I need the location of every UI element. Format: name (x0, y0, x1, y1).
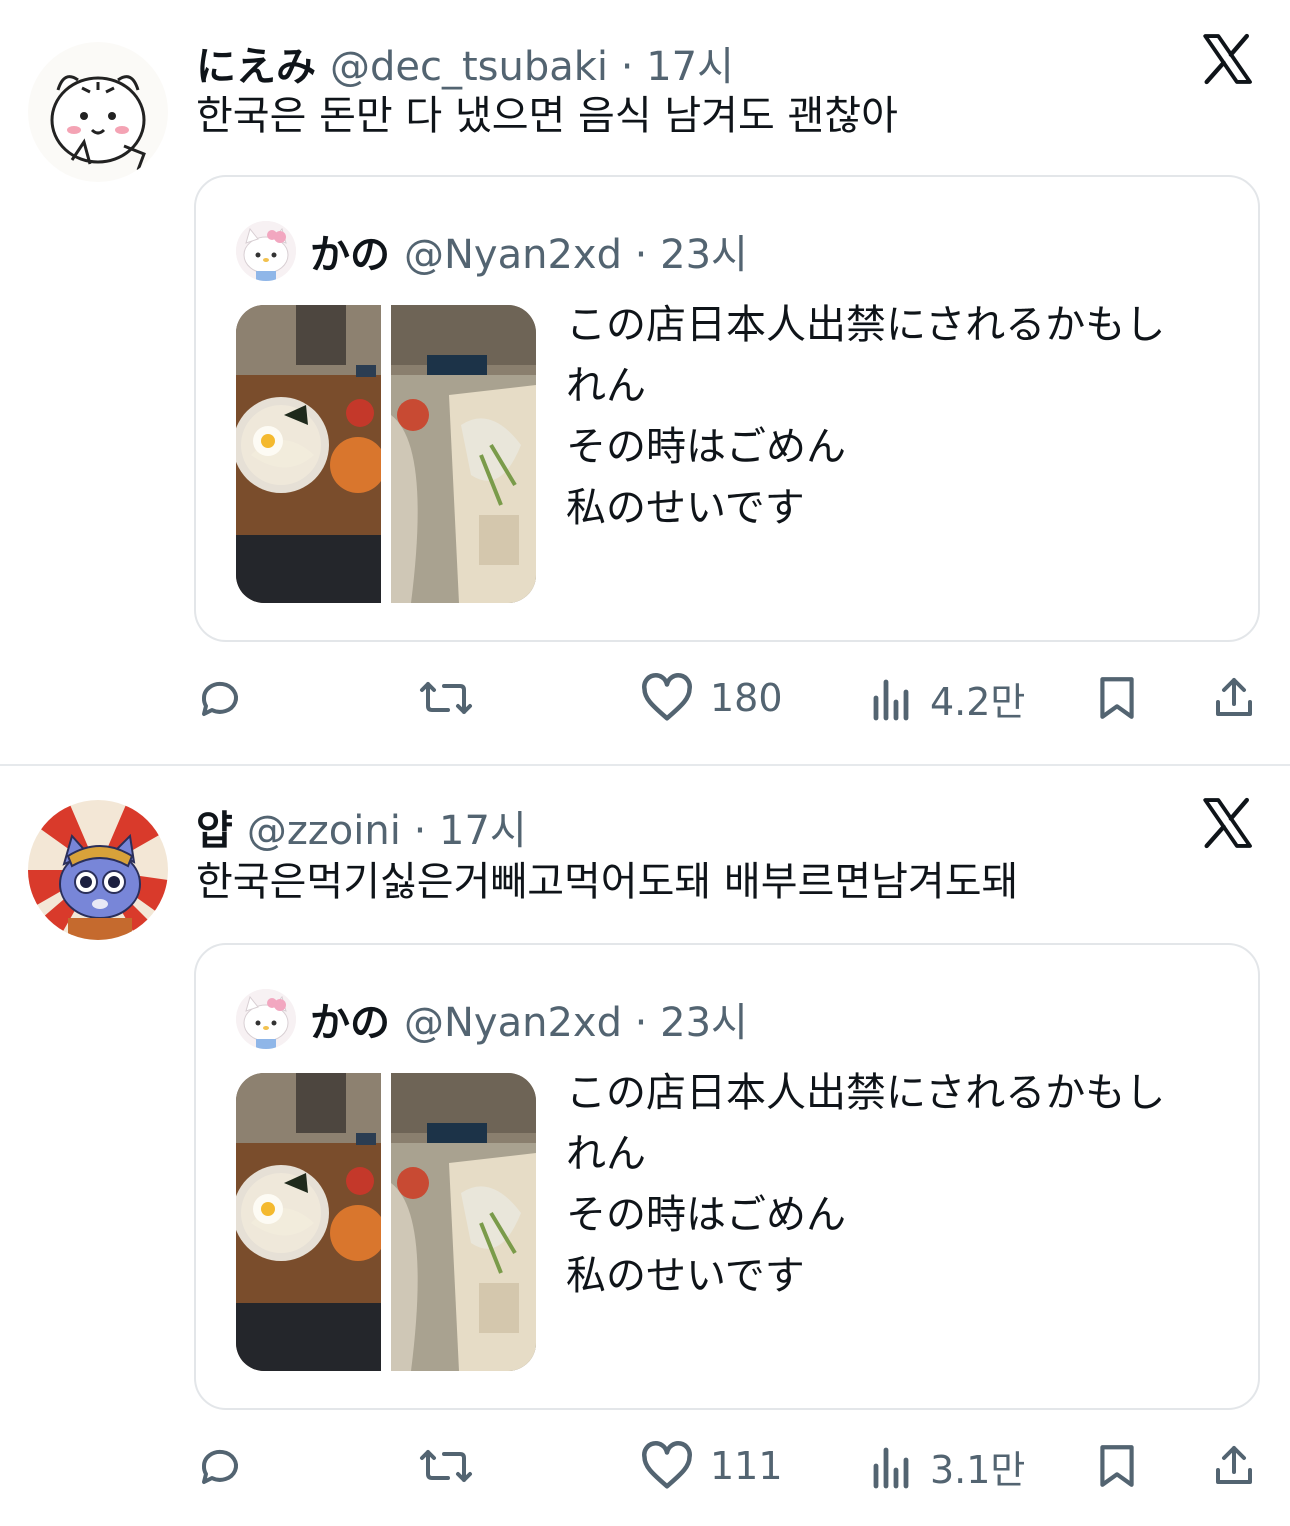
quoted-text-line: この店日本人出禁にされるかもし (566, 1070, 1166, 1116)
retweet-button[interactable] (418, 1436, 474, 1496)
like-count: 111 (710, 1444, 783, 1488)
action-bar: 111 3.1만 (0, 1436, 1290, 1496)
reply-button[interactable] (196, 1436, 244, 1496)
author-name[interactable]: にえみ (196, 34, 316, 92)
share-button[interactable] (1210, 1436, 1258, 1496)
quoted-text-line: 私のせいです (566, 485, 805, 531)
bookmark-button[interactable] (1094, 1436, 1140, 1496)
share-icon (1216, 1446, 1252, 1484)
reply-icon (201, 1449, 238, 1484)
x-logo-icon (1203, 797, 1252, 849)
hamster-avatar-icon[interactable] (28, 42, 168, 182)
quoted-text-line: その時はごめん (566, 1192, 846, 1238)
quoted-author-name[interactable]: かの (310, 990, 390, 1048)
tweet-text: 한국은먹기싫은거빼고먹어도돼 배부르면남겨도돼 (196, 859, 1019, 905)
quoted-tweet[interactable]: かの @Nyan2xd · 23시 この店日本人出禁にされるかもし れん その時… (194, 175, 1260, 642)
bookmark-icon (1100, 1445, 1134, 1487)
retweet-button[interactable] (418, 668, 474, 728)
food-photo-1[interactable] (236, 1073, 381, 1371)
quoted-author-handle-time[interactable]: @Nyan2xd · 23시 (404, 222, 748, 280)
quoted-photos[interactable] (236, 305, 536, 603)
quoted-text-line: この店日本人出禁にされるかもし (566, 302, 1166, 348)
tweet-2[interactable]: 얍 @zzoini · 17시 한국은먹기싫은거빼고먹어도돼 배부르면남겨도돼 (0, 768, 1290, 1526)
quoted-author-name[interactable]: かの (310, 222, 390, 280)
heart-icon (642, 673, 692, 721)
share-button[interactable] (1210, 668, 1258, 728)
quoted-text-line: 私のせいです (566, 1253, 805, 1299)
quoted-text-line: れん (566, 1131, 646, 1177)
author-handle-time[interactable]: @dec_tsubaki · 17시 (330, 34, 734, 92)
reply-button[interactable] (196, 668, 244, 728)
action-bar: 180 4.2만 (0, 668, 1290, 728)
quoted-text-line: れん (566, 363, 646, 409)
view-count: 4.2만 (930, 679, 1026, 724)
x-logo-icon (1203, 33, 1252, 85)
share-icon (1216, 678, 1252, 716)
views-button[interactable]: 3.1만 (870, 1436, 1025, 1496)
quoted-text-line: その時はごめん (566, 424, 846, 470)
hello-kitty-avatar-icon (236, 221, 296, 281)
photo-divider (381, 305, 391, 603)
quoted-tweet[interactable]: かの @Nyan2xd · 23시 この店日本人出禁にされるかもし れん その時… (194, 943, 1260, 1410)
like-button[interactable]: 111 (640, 1436, 783, 1496)
blue-cat-avatar-icon[interactable] (28, 800, 168, 940)
tweet-divider (0, 764, 1290, 766)
quoted-photos[interactable] (236, 1073, 536, 1371)
views-chart-icon (873, 679, 909, 721)
author-name[interactable]: 얍 (196, 798, 233, 856)
tweet-1[interactable]: にえみ @dec_tsubaki · 17시 한국은 돈만 다 냈으면 음식 남… (0, 0, 1290, 765)
quoted-tweet-header: かの @Nyan2xd · 23시 (236, 989, 748, 1049)
retweet-icon (420, 1450, 472, 1482)
like-button[interactable]: 180 (640, 668, 783, 728)
hello-kitty-avatar-icon (236, 989, 296, 1049)
quoted-tweet-text: この店日本人出禁にされるかもし れん その時はごめん 私のせいです (566, 295, 1165, 539)
quoted-tweet-header: かの @Nyan2xd · 23시 (236, 221, 748, 281)
retweet-icon (420, 682, 472, 714)
tweet-header: 얍 @zzoini · 17시 (196, 798, 527, 858)
quoted-tweet-text: この店日本人出禁にされるかもし れん その時はごめん 私のせいです (566, 1063, 1165, 1307)
view-count: 3.1만 (930, 1447, 1026, 1492)
like-count: 180 (710, 676, 783, 720)
bookmark-icon (1100, 677, 1134, 719)
reply-icon (201, 681, 238, 716)
bookmark-button[interactable] (1094, 668, 1140, 728)
tweet-header: にえみ @dec_tsubaki · 17시 (196, 34, 734, 94)
views-chart-icon (873, 1447, 909, 1489)
tweet-text: 한국은 돈만 다 냈으면 음식 남겨도 괜찮아 (196, 93, 898, 139)
author-handle-time[interactable]: @zzoini · 17시 (247, 798, 527, 856)
quoted-author-handle-time[interactable]: @Nyan2xd · 23시 (404, 990, 748, 1048)
heart-icon (642, 1441, 692, 1489)
food-photo-2[interactable] (391, 305, 536, 603)
food-photo-1[interactable] (236, 305, 381, 603)
views-button[interactable]: 4.2만 (870, 668, 1025, 728)
photo-divider (381, 1073, 391, 1371)
food-photo-2[interactable] (391, 1073, 536, 1371)
